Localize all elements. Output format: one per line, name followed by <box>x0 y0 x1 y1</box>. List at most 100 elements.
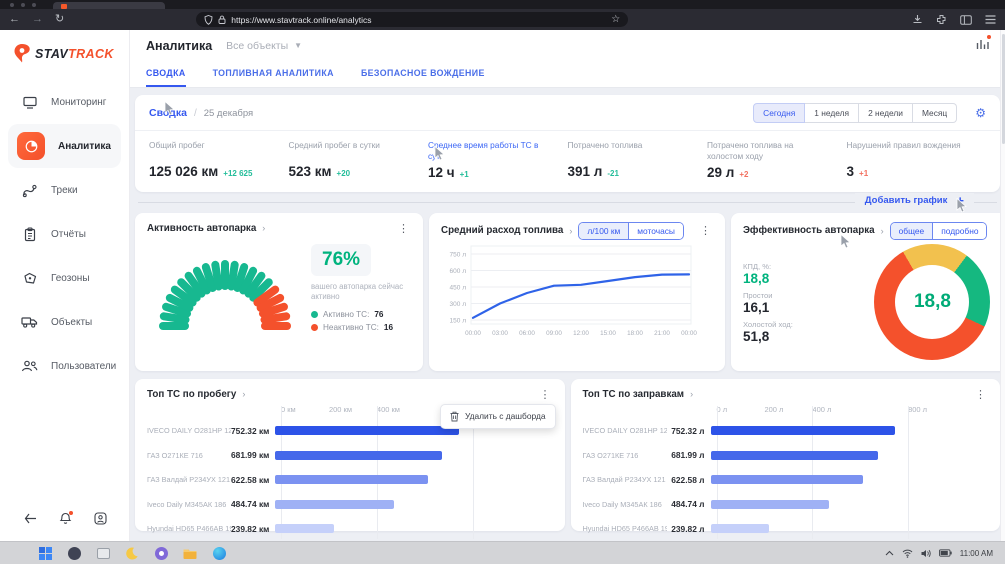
stat-value: 12 ч+1 <box>428 165 556 180</box>
bookmark-star-icon[interactable]: ☆ <box>611 14 620 25</box>
chevron-down-icon: ▼ <box>294 41 302 50</box>
kebab-menu-icon[interactable]: ⋮ <box>538 388 553 401</box>
card-title[interactable]: Топ ТС по заправкам <box>583 389 685 400</box>
svg-text:12:00: 12:00 <box>573 330 589 337</box>
fuel-line-chart: 750 л600 л450 л300 л150 л00:0003:0006:00… <box>441 242 699 354</box>
vehicle-value: 681.99 км <box>231 450 275 460</box>
extensions-icon[interactable] <box>936 14 947 25</box>
delete-from-dashboard-menu-item[interactable]: Удалить с дашборда <box>440 404 556 429</box>
settings-gear-icon[interactable]: ⚙ <box>975 106 986 120</box>
range-button[interactable]: Месяц <box>913 103 957 123</box>
forward-icon[interactable]: → <box>32 14 43 25</box>
svg-text:00:00: 00:00 <box>681 330 697 337</box>
window-controls[interactable] <box>10 3 36 7</box>
bar[interactable] <box>711 451 878 460</box>
vehicle-name: IVECO DAILY О281НР 126 <box>583 426 667 435</box>
taskbar-app-purple[interactable] <box>154 546 168 560</box>
notifications-bell-icon[interactable] <box>59 512 72 525</box>
range-button[interactable]: Сегодня <box>753 103 805 123</box>
tab-1[interactable]: ТОПЛИВНАЯ АНАЛИТИКА <box>213 61 334 87</box>
report-notification-icon[interactable] <box>976 37 989 55</box>
efficiency-stat-label: КПД, %: <box>743 262 825 271</box>
sidebar-item-geozones[interactable]: Геозоны <box>0 256 129 300</box>
stavtrack-logo[interactable]: STAVTRACK <box>0 30 129 64</box>
sidebar-item-reports[interactable]: Отчёты <box>0 212 129 256</box>
add-chart-button[interactable]: Добавить график+ <box>855 193 974 208</box>
taskbar-app-folder[interactable] <box>183 546 197 560</box>
reload-icon[interactable]: ↻ <box>55 14 64 25</box>
card-title[interactable]: Средний расход топлива <box>441 225 563 236</box>
tab-0[interactable]: СВОДКА <box>146 61 186 87</box>
bar[interactable] <box>711 524 770 533</box>
range-button[interactable]: 2 недели <box>859 103 913 123</box>
sidebar-item-users[interactable]: Пользователи <box>0 344 129 388</box>
sidebar-menu: Мониторинг Аналитика Треки Отчёты Геозон… <box>0 80 129 388</box>
objects-filter-dropdown[interactable]: Все объекты▼ <box>226 40 302 52</box>
logo-pin-icon <box>13 43 32 64</box>
vehicle-name: IVECO DAILY О281НР 126 <box>147 426 231 435</box>
bar[interactable] <box>711 475 864 484</box>
sidebar-item-objects[interactable]: Объекты <box>0 300 129 344</box>
summary-stat: Средний пробег в сутки 523 км+20 <box>289 140 429 180</box>
stat-delta: +2 <box>739 170 748 179</box>
activity-gauge-chart <box>147 240 305 340</box>
sidebar-toggle-icon[interactable] <box>960 15 972 25</box>
battery-icon[interactable] <box>939 549 952 557</box>
taskbar-app-moon[interactable] <box>125 546 139 560</box>
screen: { "browser": { "url": "https://www.stavt… <box>0 0 1005 564</box>
bar-row: ГАЗ О271КЕ 716 681.99 л <box>583 443 989 468</box>
start-button[interactable] <box>38 546 52 560</box>
volume-icon[interactable] <box>921 549 931 558</box>
svg-text:18:00: 18:00 <box>627 330 643 337</box>
bar[interactable] <box>275 475 428 484</box>
back-icon[interactable]: ← <box>9 14 20 25</box>
bar[interactable] <box>275 426 459 435</box>
efficiency-mode-button[interactable]: общее <box>891 223 933 239</box>
stat-label[interactable]: Среднее время работы ТС в сут. <box>428 140 546 162</box>
bar[interactable] <box>275 524 334 533</box>
profile-icon[interactable] <box>94 512 107 525</box>
sidebar-item-analytics[interactable]: Аналитика <box>8 124 121 168</box>
summary-stat: Общий пробег 125 026 км+12 625 <box>149 140 289 180</box>
sidebar-item-tracks[interactable]: Треки <box>0 168 129 212</box>
plus-icon: + <box>956 193 964 208</box>
fuel-unit-switcher: л/100 кммоточасы <box>578 222 684 240</box>
kebab-menu-icon[interactable]: ⋮ <box>396 222 411 235</box>
fuel-unit-button[interactable]: моточасы <box>628 223 683 239</box>
bar[interactable] <box>275 451 442 460</box>
efficiency-stat-value: 16,1 <box>743 300 825 315</box>
browser-tab[interactable] <box>53 2 165 9</box>
efficiency-mode-button[interactable]: подробно <box>932 223 986 239</box>
taskbar-app-edge[interactable] <box>212 546 226 560</box>
summary-title-link[interactable]: Сводка <box>149 107 187 119</box>
bar[interactable] <box>711 500 830 509</box>
sidebar-item-monitor[interactable]: Мониторинг <box>0 80 129 124</box>
activity-legend: Активно ТС:76 Неактивно ТС:16 <box>311 310 411 332</box>
menu-icon[interactable] <box>985 15 996 24</box>
svg-text:15:00: 15:00 <box>600 330 616 337</box>
wifi-icon[interactable] <box>902 549 913 558</box>
vehicle-value: 622.58 км <box>231 475 275 485</box>
kebab-menu-icon[interactable]: ⋮ <box>973 388 988 401</box>
card-title[interactable]: Активность автопарка <box>147 223 256 234</box>
tab-2[interactable]: БЕЗОПАСНОЕ ВОЖДЕНИЕ <box>361 61 485 87</box>
stat-value: 391 л-21 <box>568 164 696 179</box>
sidebar-item-label: Аналитика <box>58 141 111 152</box>
tray-expand-icon[interactable] <box>885 550 894 556</box>
range-button[interactable]: 1 неделя <box>805 103 859 123</box>
bar[interactable] <box>711 426 895 435</box>
taskbar-app-dark-circle[interactable] <box>67 546 81 560</box>
taskbar-app-window[interactable] <box>96 546 110 560</box>
kebab-menu-icon[interactable]: ⋮ <box>698 224 713 237</box>
address-bar[interactable]: https://www.stavtrack.online/analytics ☆ <box>196 12 628 27</box>
download-icon[interactable] <box>912 14 923 25</box>
bar[interactable] <box>275 500 394 509</box>
collapse-sidebar-icon[interactable] <box>24 513 37 524</box>
scrollbar[interactable] <box>1000 30 1005 541</box>
svg-text:750 л: 750 л <box>450 251 467 258</box>
fuel-unit-button[interactable]: л/100 км <box>579 223 628 239</box>
card-title[interactable]: Эффективность автопарка <box>743 225 875 236</box>
card-title[interactable]: Топ ТС по пробегу <box>147 389 236 400</box>
bar-row: Iveco Daily М345АК 186 484.74 км <box>147 492 553 517</box>
tab-favicon <box>61 4 67 9</box>
